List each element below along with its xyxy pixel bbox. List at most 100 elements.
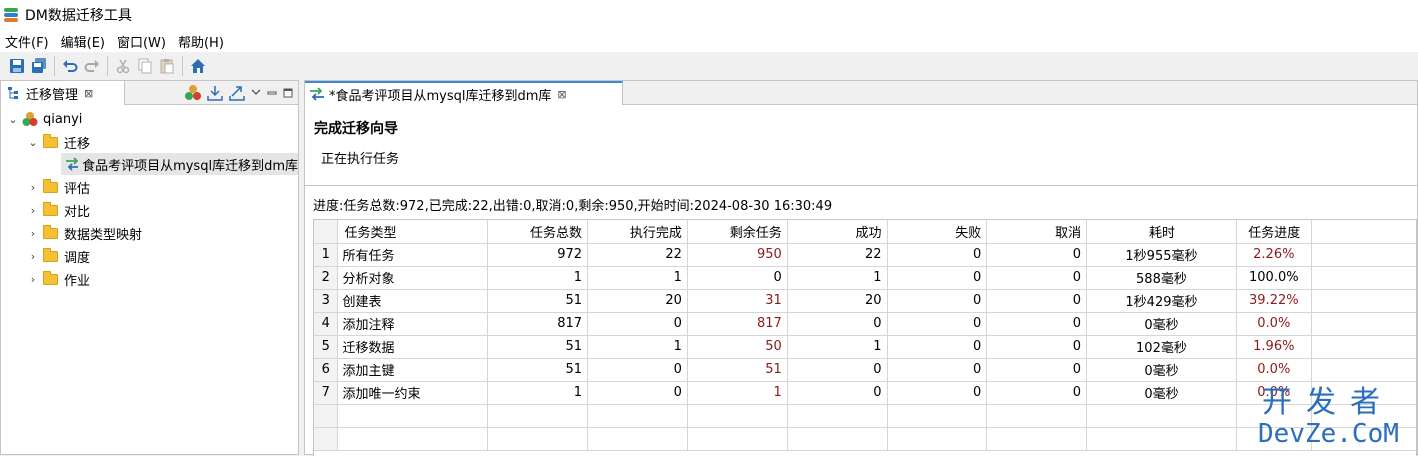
tree-node-migration-task[interactable]: 食品考评项目从mysql库迁移到dm库 [61, 153, 298, 175]
wizard-header: 完成迁移向导 正在执行任务 [305, 106, 1417, 186]
table-row[interactable]: 1 所有任务 972 22 950 22 0 0 1秒955毫秒 2.26% [314, 243, 1416, 267]
table-row[interactable]: 5 迁移数据 51 1 50 1 0 0 102毫秒 1.96% [314, 335, 1416, 359]
undo-icon[interactable] [59, 55, 81, 77]
cut-icon[interactable] [112, 55, 134, 77]
column-header[interactable]: 任务进度 [1236, 220, 1312, 244]
completed-cell: 0 [587, 358, 688, 382]
task-type-cell: 分析对象 [337, 266, 489, 290]
minimize-icon[interactable] [266, 87, 278, 99]
connections-icon[interactable] [184, 84, 202, 102]
progress-summary: 进度:任务总数:972,已完成:22,出错:0,取消:0,剩余:950,开始时间… [313, 199, 833, 214]
task-table-container[interactable]: 任务类型 任务总数 执行完成 剩余任务 成功 失败 取消 耗时 任务进度 1 所… [313, 219, 1417, 456]
success-cell: 22 [787, 243, 888, 267]
tree-label: 对比 [64, 204, 91, 220]
filler-header [1311, 220, 1416, 244]
tab-migration-task[interactable]: *食品考评项目从mysql库迁移到dm库 ⊠ [305, 81, 623, 105]
wizard-title: 完成迁移向导 [314, 121, 398, 137]
tree-node-evaluate[interactable]: › 评估 [27, 176, 90, 198]
tab-migration-management[interactable]: 迁移管理 ⊠ [1, 81, 125, 105]
success-cell: 0 [787, 381, 888, 405]
total-cell: 51 [487, 289, 589, 313]
row-number: 4 [314, 312, 339, 336]
completed-cell: 22 [587, 243, 688, 267]
save-icon[interactable] [6, 55, 28, 77]
task-type-cell: 添加注释 [337, 312, 489, 336]
menu-edit[interactable]: 编辑(E) [56, 32, 112, 51]
main-toolbar [0, 52, 1418, 80]
toolbar-separator [182, 56, 183, 76]
failed-cell: 0 [887, 243, 988, 267]
failed-cell: 0 [887, 381, 988, 405]
folder-icon [43, 247, 58, 262]
failed-cell: 0 [887, 358, 988, 382]
migration-task-icon [66, 157, 79, 171]
view-menu-chevron-icon[interactable] [250, 87, 262, 99]
tree-node-datatype-mapping[interactable]: › 数据类型映射 [27, 222, 142, 244]
table-header-row: 任务类型 任务总数 执行完成 剩余任务 成功 失败 取消 耗时 任务进度 [314, 220, 1416, 244]
elapsed-cell: 588毫秒 [1086, 266, 1237, 290]
close-icon[interactable]: ⊠ [557, 88, 566, 101]
maximize-icon[interactable] [282, 87, 294, 99]
table-row[interactable]: 3 创建表 51 20 31 20 0 0 1秒429毫秒 39.22% [314, 289, 1416, 313]
paste-icon[interactable] [156, 55, 178, 77]
tab-label: 迁移管理 [26, 87, 79, 103]
tree-node-compare[interactable]: › 对比 [27, 199, 90, 221]
cancelled-cell: 0 [986, 335, 1088, 359]
tree-label: qianyi [43, 111, 83, 127]
tree-label: 评估 [64, 181, 91, 197]
remaining-cell: 31 [687, 289, 788, 313]
table-row[interactable]: 7 添加唯一约束 1 0 1 0 0 0 0毫秒 0.0% [314, 381, 1416, 405]
tree-node-schedule[interactable]: › 调度 [27, 245, 90, 267]
project-icon [22, 112, 38, 126]
elapsed-cell: 1秒955毫秒 [1086, 243, 1237, 267]
table-row[interactable]: 2 分析对象 1 1 0 1 0 0 588毫秒 100.0% [314, 266, 1416, 290]
success-cell: 0 [787, 358, 888, 382]
progress-cell: 0.0% [1236, 381, 1312, 405]
close-icon[interactable]: ⊠ [84, 87, 93, 100]
table-row[interactable]: 4 添加注释 817 0 817 0 0 0 0毫秒 0.0% [314, 312, 1416, 336]
column-header[interactable]: 耗时 [1086, 220, 1237, 244]
toolbar-separator [54, 56, 55, 76]
chevron-right-icon[interactable]: › [27, 181, 39, 194]
row-number: 5 [314, 335, 339, 359]
cancelled-cell: 0 [986, 312, 1088, 336]
tree-node-job[interactable]: › 作业 [27, 268, 90, 290]
column-header[interactable]: 任务类型 [337, 220, 489, 244]
redo-icon[interactable] [81, 55, 103, 77]
column-header[interactable]: 取消 [986, 220, 1088, 244]
home-icon[interactable] [187, 55, 209, 77]
total-cell: 1 [487, 381, 589, 405]
tree-node-root[interactable]: ⌄ qianyi [7, 108, 82, 130]
column-header[interactable]: 执行完成 [587, 220, 688, 244]
menu-window[interactable]: 窗口(W) [112, 32, 173, 51]
tree-view-icon [8, 87, 18, 99]
migration-task-icon [310, 87, 324, 101]
chevron-down-icon[interactable]: ⌄ [27, 136, 39, 149]
column-header[interactable]: 剩余任务 [687, 220, 788, 244]
chevron-right-icon[interactable]: › [27, 250, 39, 263]
import-icon[interactable] [206, 84, 224, 102]
menu-file[interactable]: 文件(F) [0, 32, 56, 51]
chevron-down-icon[interactable]: ⌄ [7, 113, 19, 126]
column-header[interactable]: 失败 [887, 220, 988, 244]
row-number: 2 [314, 266, 339, 290]
column-header[interactable]: 成功 [787, 220, 888, 244]
tree-node-migration[interactable]: ⌄ 迁移 [27, 131, 90, 153]
tree-label: 迁移 [64, 136, 91, 152]
row-number: 7 [314, 381, 339, 405]
export-icon[interactable] [228, 84, 246, 102]
tree-label: 调度 [64, 250, 91, 266]
menu-help[interactable]: 帮助(H) [173, 32, 231, 51]
table-row[interactable]: 6 添加主键 51 0 51 0 0 0 0毫秒 0.0% [314, 358, 1416, 382]
folder-icon [43, 178, 58, 193]
window-title: DM数据迁移工具 [25, 8, 132, 24]
cancelled-cell: 0 [986, 358, 1088, 382]
save-all-icon[interactable] [28, 55, 50, 77]
column-header[interactable]: 任务总数 [487, 220, 589, 244]
chevron-right-icon[interactable]: › [27, 204, 39, 217]
remaining-cell: 1 [687, 381, 788, 405]
copy-icon[interactable] [134, 55, 156, 77]
empty-table-row [314, 404, 1416, 428]
chevron-right-icon[interactable]: › [27, 273, 39, 286]
chevron-right-icon[interactable]: › [27, 227, 39, 240]
